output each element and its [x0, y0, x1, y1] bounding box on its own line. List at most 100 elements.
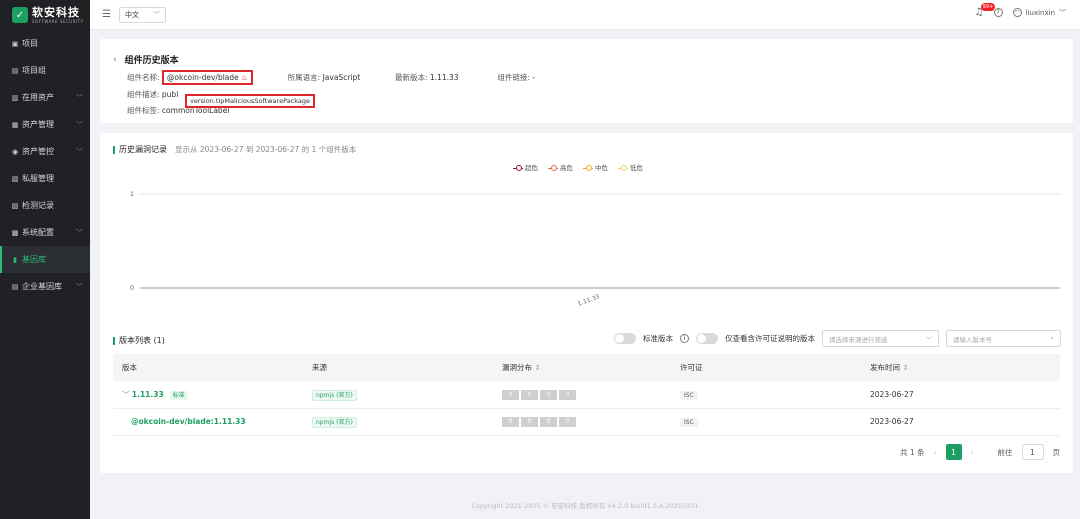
component-name-highlight: @okcoin-dev/blade ♨: [161, 70, 253, 85]
version-link[interactable]: @okcoin-dev/blade:1.11.33: [131, 417, 246, 426]
sidebar-item-label: 系统配置: [22, 228, 54, 237]
settings-icon: ▩: [11, 228, 19, 237]
goto-page-input[interactable]: 1: [1021, 444, 1044, 460]
language-value: 中文: [124, 10, 139, 19]
sidebar: ✓ 软安科技 SOFTWARE SECURITY ▣ 项目 ▤ 项目组 ▥ 在用资产 ﹀…: [0, 0, 90, 519]
component-link-label: 组件链接:: [497, 73, 530, 82]
prev-page-icon[interactable]: ‹: [934, 448, 937, 457]
vuln-distribution: 0000: [502, 417, 576, 427]
next-page-icon[interactable]: ›: [971, 448, 974, 457]
search-icon: ⌕: [1050, 334, 1054, 342]
sidebar-item-enterprise-gene-library[interactable]: ▤ 企业基因库 ﹀: [0, 273, 90, 300]
license-only-label: 仅查看含许可证说明的版本: [725, 334, 815, 343]
component-name: @okcoin-dev/blade: [166, 73, 239, 82]
legend-item-high[interactable]: 高危: [548, 162, 573, 172]
help-icon[interactable]: ?: [993, 8, 1003, 17]
pagination: 共 1 条 ‹ 1 › 前往 1 页: [900, 444, 1060, 460]
source-filter-select[interactable]: 请选择来源进行筛选 ﹀: [822, 330, 939, 347]
manage-icon: ▦: [11, 120, 19, 129]
chevron-down-icon: ﹀: [76, 283, 83, 291]
source-tag: npmjs (官方): [312, 389, 357, 401]
column-header-vuln-distribution[interactable]: 漏洞分布 ⇕: [493, 354, 671, 381]
y-tick-label: 1: [130, 190, 134, 198]
license-tag: ISC: [680, 418, 698, 427]
license-tag: ISC: [680, 390, 698, 400]
sidebar-item-private-server[interactable]: ▧ 私服管理: [0, 165, 90, 192]
chart-legend: 超危 高危 中危 低危: [513, 162, 643, 172]
release-date: 2023-06-27: [861, 381, 1060, 409]
top-header: ☰ 中文 ﹀ ♫ 99+ ? ◠ liuxinxin ﹀: [90, 0, 1080, 30]
enterprise-icon: ▤: [11, 282, 19, 291]
legend-item-critical[interactable]: 超危: [513, 162, 538, 172]
release-date: 2023-06-27: [861, 408, 1060, 436]
user-menu[interactable]: ◠ liuxinxin ﹀: [1012, 8, 1066, 18]
table-row[interactable]: @okcoin-dev/blade:1.11.33 npmjs (官方) 000…: [113, 408, 1060, 436]
page-suffix: 页: [1052, 447, 1061, 457]
sidebar-item-label: 企业基因库: [22, 282, 62, 291]
column-header-license: 许可证: [671, 354, 861, 381]
license-only-toggle[interactable]: [696, 333, 718, 344]
logo[interactable]: ✓ 软安科技 SOFTWARE SECURITY: [0, 0, 90, 30]
info-icon[interactable]: i: [680, 334, 689, 343]
chevron-down-icon: ﹀: [76, 229, 83, 237]
history-panel: 历史漏洞记录 显示从 2023-06-27 到 2023-06-27 的 1 个…: [100, 133, 1073, 473]
vulnerability-history-chart: 0 1 1.11.33: [130, 190, 1060, 308]
sidebar-item-asset-management[interactable]: ▦ 资产管理 ﹀: [0, 111, 90, 138]
y-tick-label: 0: [130, 284, 134, 292]
sidebar-item-project-group[interactable]: ▤ 项目组: [0, 57, 90, 84]
chevron-down-icon: ﹀: [76, 94, 83, 102]
language-label: 所属语言:: [287, 73, 321, 82]
history-subtitle: 显示从 2023-06-27 到 2023-06-27 的 1 个组件版本: [175, 145, 357, 154]
version-link[interactable]: 1.11.33: [132, 390, 164, 399]
menu-toggle-icon[interactable]: ☰: [102, 9, 111, 20]
language-value: JavaScript: [322, 73, 361, 82]
sidebar-item-scan-records[interactable]: ▨ 检测记录: [0, 192, 90, 219]
sidebar-item-label: 项目: [22, 39, 38, 48]
version-search-input[interactable]: 请输入版本号 ⌕: [946, 330, 1061, 347]
sidebar-item-assets-in-use[interactable]: ▥ 在用资产 ﹀: [0, 84, 90, 111]
chevron-down-icon: ﹀: [1059, 8, 1066, 17]
vuln-distribution: 0000: [502, 389, 576, 400]
back-arrow-icon[interactable]: ‹: [113, 55, 117, 65]
standard-version-label: 标准版本: [643, 334, 673, 343]
group-icon: ▤: [11, 66, 19, 75]
goto-label: 前往: [997, 447, 1013, 457]
page-1-button[interactable]: 1: [945, 444, 962, 460]
component-link-value: -: [532, 73, 535, 82]
column-header-source: 来源: [303, 354, 493, 381]
sidebar-item-label: 基因库: [22, 255, 46, 264]
notification-bell-icon[interactable]: ♫ 99+: [975, 3, 996, 18]
standard-version-toggle[interactable]: [614, 333, 636, 344]
sidebar-item-gene-library[interactable]: ▮ 基因库: [0, 246, 90, 273]
name-label: 组件名称:: [127, 73, 160, 82]
sidebar-item-label: 在用资产: [22, 93, 54, 102]
section-marker: [113, 336, 115, 345]
component-info-panel: ‹ 组件历史版本 组件名称: @okcoin-dev/blade ♨ 所属语言:…: [100, 39, 1073, 123]
latest-version-value: 1.11.33: [429, 73, 459, 82]
library-icon: ▮: [13, 255, 17, 264]
sidebar-item-label: 资产管理: [22, 120, 54, 129]
logo-subtitle: SOFTWARE SECURITY: [32, 18, 84, 24]
warning-flame-icon: ♨: [241, 73, 248, 82]
page-title: 组件历史版本: [124, 56, 179, 66]
user-avatar-icon: ◠: [1012, 8, 1022, 17]
latest-version-label: 最新版本:: [394, 73, 428, 82]
asset-icon: ▥: [11, 93, 19, 102]
column-header-release-date[interactable]: 发布时间 ⇕: [861, 354, 1060, 381]
source-tag: npmjs (官方): [312, 417, 357, 428]
table-row[interactable]: ﹀ 1.11.33 标准 npmjs (官方) 0000 ISC 2023-06-…: [113, 381, 1060, 409]
tag-label: 组件标签:: [127, 106, 160, 115]
sidebar-item-asset-control[interactable]: ◉ 资产管控 ﹀: [0, 138, 90, 165]
record-icon: ▨: [11, 201, 19, 210]
sidebar-item-label: 检测记录: [22, 201, 54, 210]
history-title: 历史漏洞记录: [119, 145, 167, 154]
sidebar-item-label: 项目组: [22, 66, 46, 75]
section-marker: [113, 145, 115, 154]
legend-item-medium[interactable]: 中危: [583, 162, 608, 172]
sidebar-item-system-config[interactable]: ▩ 系统配置 ﹀: [0, 219, 90, 246]
sidebar-item-project[interactable]: ▣ 项目: [0, 30, 90, 57]
language-select[interactable]: 中文 ﹀: [118, 6, 166, 23]
expand-chevron-icon[interactable]: ﹀: [122, 390, 130, 399]
legend-item-low[interactable]: 低危: [618, 162, 643, 172]
version-list-title: 版本列表 (1): [119, 336, 165, 345]
